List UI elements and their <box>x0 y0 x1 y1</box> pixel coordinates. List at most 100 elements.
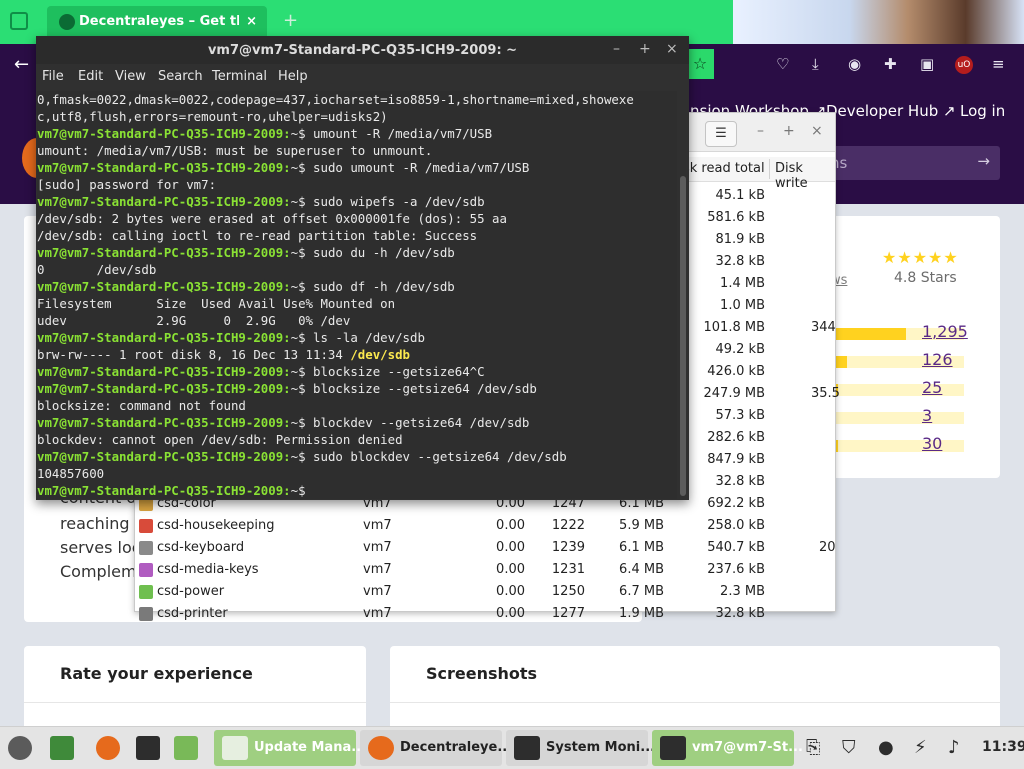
taskbar-terminal[interactable]: vm7@vm7-St... <box>652 730 803 766</box>
rating-count[interactable]: 25 <box>922 378 942 397</box>
rating-count[interactable]: 30 <box>922 434 942 453</box>
rating-bar-5[interactable]: 1,295 <box>834 322 968 341</box>
process-mem: 6.7 MB <box>619 584 664 599</box>
terminal-line: /dev/sdb: calling ioctl to re-read parti… <box>37 228 478 243</box>
hamburger-menu-icon[interactable]: ≡ <box>992 55 1005 73</box>
menu-terminal[interactable]: Terminal <box>212 69 267 84</box>
terminal-prompt: vm7@vm7-Standard-PC-Q35-ICH9-2009: <box>37 194 291 209</box>
process-row[interactable]: csd-keyboard vm7 0.00 1239 6.1 MB 540.7 kB 20 <box>135 537 836 559</box>
new-tab-button[interactable]: + <box>283 10 298 31</box>
taskbar-system-monitor[interactable]: System Moni... <box>506 730 655 766</box>
column-disk-read-total[interactable]: sk read total <box>683 161 765 176</box>
process-icon <box>139 563 153 577</box>
ublock-origin-icon[interactable]: uO <box>955 56 973 74</box>
disk-write-value: 344 <box>811 320 836 335</box>
terminal-line: udev 2.9G 0 2.9G 0% /dev <box>37 313 351 328</box>
maximize-icon[interactable]: + <box>639 41 651 57</box>
menu-help[interactable]: Help <box>278 69 308 84</box>
pocket-icon[interactable]: ♡ <box>776 55 789 73</box>
menu-file[interactable]: File <box>42 69 64 84</box>
rate-experience-card: Rate your experience <box>24 646 366 736</box>
terminal-prompt: vm7@vm7-Standard-PC-Q35-ICH9-2009: <box>37 364 291 379</box>
firefox-icon <box>368 736 394 760</box>
terminal-prompt: vm7@vm7-Standard-PC-Q35-ICH9-2009: <box>37 126 291 141</box>
back-arrow-icon[interactable]: ← <box>14 54 29 75</box>
minimize-icon[interactable]: – <box>613 41 620 57</box>
extensions-icon[interactable]: ✚ <box>884 55 897 73</box>
process-name: csd-printer <box>157 606 228 621</box>
close-icon[interactable]: × <box>666 41 678 57</box>
terminal-titlebar[interactable]: vm7@vm7-Standard-PC-Q35-ICH9-2009: ~ – +… <box>36 36 689 64</box>
developer-hub-link[interactable]: Developer Hub ↗ <box>826 102 956 120</box>
files-launcher-icon[interactable] <box>174 736 198 760</box>
terminal-launcher-icon[interactable] <box>136 736 160 760</box>
taskbar-firefox[interactable]: Decentraleye... <box>360 730 512 766</box>
description-text: Complem <box>60 562 137 581</box>
process-id: 1277 <box>551 606 585 621</box>
terminal-output[interactable]: 0,fmask=0022,dmask=0022,codepage=437,ioc… <box>37 91 677 499</box>
account-icon[interactable]: ◉ <box>848 55 861 73</box>
browser-tab-decentraleyes[interactable]: Decentraleyes – Get this Ex × <box>47 6 267 38</box>
close-icon[interactable]: × <box>811 123 823 139</box>
terminal-prompt: vm7@vm7-Standard-PC-Q35-ICH9-2009: <box>37 415 291 430</box>
terminal-command: ~$ blocksize --getsize64 /dev/sdb <box>290 381 537 396</box>
rate-experience-title: Rate your experience <box>60 664 253 683</box>
screenshots-title: Screenshots <box>426 664 538 683</box>
rating-count[interactable]: 1,295 <box>922 322 968 341</box>
terminal-window[interactable]: vm7@vm7-Standard-PC-Q35-ICH9-2009: ~ – +… <box>36 36 689 500</box>
terminal-output-text: brw-rw---- 1 root disk 8, 16 Dec 13 11:3… <box>37 347 351 362</box>
terminal-line: vm7@vm7-Standard-PC-Q35-ICH9-2009:~$ sud… <box>37 448 677 465</box>
menu-edit[interactable]: Edit <box>78 69 103 84</box>
process-row[interactable]: csd-media-keys vm7 0.00 1231 6.4 MB 237.6 kB <box>135 559 835 581</box>
process-cpu: 0.00 <box>496 562 525 577</box>
show-desktop-icon[interactable] <box>50 736 74 760</box>
disk-write-value: 35.5 <box>811 386 840 401</box>
rating-count[interactable]: 3 <box>922 406 932 425</box>
rating-bar-2[interactable]: 3 <box>834 406 964 425</box>
volume-icon[interactable]: ♪ <box>948 737 960 758</box>
rating-bar-4[interactable]: 126 <box>834 350 964 369</box>
terminal-line: vm7@vm7-Standard-PC-Q35-ICH9-2009:~$ blo… <box>37 363 677 380</box>
terminal-line: vm7@vm7-Standard-PC-Q35-ICH9-2009:~$ blo… <box>37 380 677 397</box>
mint-menu-icon[interactable] <box>8 736 32 760</box>
rating-bar-1[interactable]: 30 <box>834 434 964 453</box>
process-row[interactable]: csd-power vm7 0.00 1250 6.7 MB 2.3 MB <box>135 581 835 603</box>
process-cpu: 0.00 <box>496 606 525 621</box>
network-icon[interactable]: ⚡ <box>914 737 927 758</box>
extension-icon[interactable]: ▣ <box>920 55 934 73</box>
bookmark-star-icon[interactable]: ☆ <box>686 49 714 79</box>
taskbar-update-manager[interactable]: Update Mana... <box>214 730 366 766</box>
menu-view[interactable]: View <box>115 69 146 84</box>
process-id: 1239 <box>551 540 585 555</box>
terminal-line: 0,fmask=0022,dmask=0022,codepage=437,ioc… <box>37 92 634 107</box>
log-in-link[interactable]: Log in <box>960 102 1005 120</box>
clipboard-icon[interactable]: ⎘ <box>806 737 820 758</box>
process-row[interactable]: csd-housekeeping vm7 0.00 1222 5.9 MB 258.0 k… <box>135 515 835 537</box>
terminal-scrollbar[interactable] <box>680 176 686 496</box>
process-name: csd-housekeeping <box>157 518 275 533</box>
user-icon[interactable]: ● <box>878 737 894 758</box>
maximize-icon[interactable]: + <box>783 123 795 139</box>
download-icon[interactable]: ⤓ <box>812 55 819 73</box>
window-menu-icon[interactable] <box>10 12 28 30</box>
terminal-line: /dev/sdb: 2 bytes were erased at offset … <box>37 211 507 226</box>
site-search-input[interactable]: ns → <box>820 146 1000 180</box>
tab-close-icon[interactable]: × <box>246 6 257 38</box>
rating-bar-3[interactable]: 25 <box>834 378 964 397</box>
terminal-prompt: vm7@vm7-Standard-PC-Q35-ICH9-2009: <box>37 279 291 294</box>
process-id: 1250 <box>551 584 585 599</box>
process-id: 1222 <box>551 518 585 533</box>
rating-count[interactable]: 126 <box>922 350 953 369</box>
menu-search[interactable]: Search <box>158 69 203 84</box>
process-row[interactable]: csd-printer vm7 0.00 1277 1.9 MB 32.8 kB <box>135 603 835 625</box>
search-submit-icon[interactable]: → <box>977 152 990 170</box>
terminal-line: vm7@vm7-Standard-PC-Q35-ICH9-2009:~$ sud… <box>37 244 677 261</box>
minimize-icon[interactable]: – <box>757 123 764 139</box>
clock[interactable]: 11:39 <box>982 739 1024 755</box>
process-name: csd-power <box>157 584 225 599</box>
terminal-command: ~$ ls -la /dev/sdb <box>290 330 425 345</box>
system-monitor-menu-button[interactable]: ☰ <box>705 121 737 147</box>
update-shield-icon[interactable]: ⛉ <box>842 737 856 758</box>
firefox-launcher-icon[interactable] <box>96 736 120 760</box>
terminal-line: c,utf8,flush,errors=remount-ro,uhelper=u… <box>37 109 388 124</box>
